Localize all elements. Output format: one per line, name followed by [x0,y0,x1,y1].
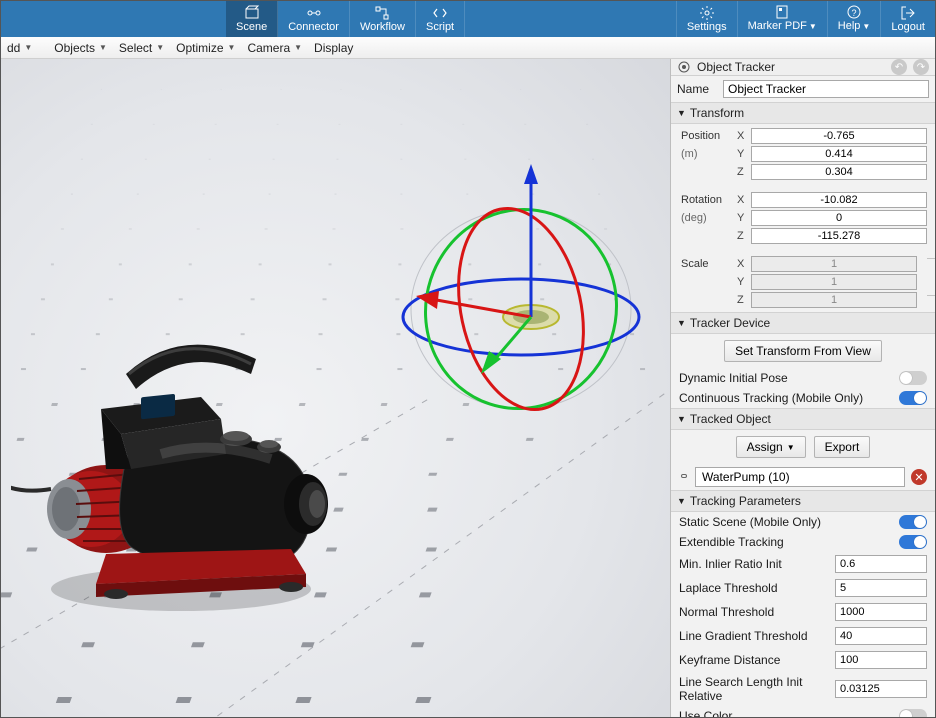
use-color-label: Use Color [679,709,893,717]
min-inlier-label: Min. Inlier Ratio Init [679,557,829,571]
collapse-icon: ▼ [677,414,686,424]
extendible-tracking-label: Extendible Tracking [679,535,893,549]
dynamic-initial-pose-label: Dynamic Initial Pose [679,371,893,385]
scale-label: Scale [681,258,737,270]
min-inlier-input[interactable] [835,555,927,573]
section-tracked-object[interactable]: ▼Tracked Object [671,408,935,430]
static-scene-label: Static Scene (Mobile Only) [679,515,893,529]
nav-help[interactable]: ? Help▼ [827,1,881,37]
line-search-label: Line Search Length Init Relative [679,675,829,703]
continuous-tracking-toggle[interactable] [899,391,927,405]
chevron-down-icon: ▼ [809,22,817,31]
nav-forward-button[interactable]: ↷ [913,59,929,75]
export-button[interactable]: Export [814,436,871,458]
keyframe-distance-input[interactable] [835,651,927,669]
section-transform[interactable]: ▼Transform [671,102,935,124]
top-nav: Scene Connector Workflow Script Settings… [1,1,935,37]
keyframe-distance-label: Keyframe Distance [679,653,829,667]
rotation-label: Rotation [681,194,737,206]
nav-logout[interactable]: Logout [880,1,935,37]
scale-y-input [751,274,917,290]
position-z-input[interactable] [751,164,927,180]
menu-toolbar: dd▼ Objects▼ Select▼ Optimize▼ Camera▼ D… [1,37,935,59]
connector-icon [306,6,322,20]
scale-z-input [751,292,917,308]
collapse-icon: ▼ [677,318,686,328]
menu-add[interactable]: dd▼ [1,41,38,55]
scale-x-input [751,256,917,272]
transform-gizmo[interactable] [361,149,661,429]
workflow-icon [374,6,390,20]
section-tracking-parameters[interactable]: ▼Tracking Parameters [671,490,935,512]
chevron-down-icon: ▼ [156,43,164,52]
menu-objects[interactable]: Objects▼ [48,41,113,55]
nav-connector[interactable]: Connector [278,1,350,37]
logout-icon [900,6,916,20]
scene-icon [244,6,260,20]
tracked-object-input[interactable] [695,467,905,487]
dynamic-initial-pose-toggle[interactable] [899,371,927,385]
continuous-tracking-label: Continuous Tracking (Mobile Only) [679,391,893,405]
3d-viewport[interactable] [1,59,670,717]
panel-header: Object Tracker ↶ ↷ [671,59,935,76]
rotation-z-input[interactable] [751,228,927,244]
use-color-toggle[interactable] [899,709,927,717]
set-transform-button[interactable]: Set Transform From View [724,340,882,362]
nav-script[interactable]: Script [416,1,465,37]
gear-icon [699,6,715,20]
line-search-input[interactable] [835,680,927,698]
rotation-x-input[interactable] [751,192,927,208]
nav-marker-pdf[interactable]: Marker PDF▼ [737,1,827,37]
tracked-object-mesh[interactable] [11,319,351,619]
normal-threshold-input[interactable] [835,603,927,621]
chevron-down-icon: ▼ [99,43,107,52]
line-gradient-input[interactable] [835,627,927,645]
chevron-down-icon: ▼ [787,443,795,452]
nav-settings[interactable]: Settings [676,1,737,37]
line-gradient-label: Line Gradient Threshold [679,629,829,643]
chevron-down-icon: ▼ [862,22,870,31]
name-label: Name [677,82,717,96]
menu-select[interactable]: Select▼ [113,41,170,55]
position-label: Position [681,130,737,142]
script-icon [432,6,448,20]
position-y-input[interactable] [751,146,927,162]
properties-panel: Object Tracker ↶ ↷ Name ▼Transform Posit… [670,59,935,717]
remove-object-button[interactable]: ✕ [911,469,927,485]
nav-back-button[interactable]: ↶ [891,59,907,75]
position-x-input[interactable] [751,128,927,144]
chevron-down-icon: ▼ [228,43,236,52]
marker-icon [774,5,790,19]
normal-threshold-label: Normal Threshold [679,605,829,619]
extendible-tracking-toggle[interactable] [899,535,927,549]
name-input[interactable] [723,80,929,98]
menu-display[interactable]: Display [308,41,359,55]
nav-scene[interactable]: Scene [226,1,278,37]
section-tracker-device[interactable]: ▼Tracker Device [671,312,935,334]
laplace-input[interactable] [835,579,927,597]
collapse-icon: ▼ [677,496,686,506]
menu-optimize[interactable]: Optimize▼ [170,41,241,55]
chevron-down-icon: ▼ [24,43,32,52]
static-scene-toggle[interactable] [899,515,927,529]
svg-text:?: ? [852,8,857,18]
help-icon: ? [846,5,862,19]
menu-camera[interactable]: Camera▼ [241,41,308,55]
laplace-label: Laplace Threshold [679,581,829,595]
rotation-y-input[interactable] [751,210,927,226]
panel-title: Object Tracker [697,60,885,74]
collapse-icon: ▼ [677,108,686,118]
nav-workflow[interactable]: Workflow [350,1,416,37]
chevron-down-icon: ▼ [294,43,302,52]
link-icon [679,470,689,484]
target-icon [677,60,691,74]
scale-lock-icon[interactable] [927,258,935,296]
assign-button[interactable]: Assign▼ [736,436,806,458]
